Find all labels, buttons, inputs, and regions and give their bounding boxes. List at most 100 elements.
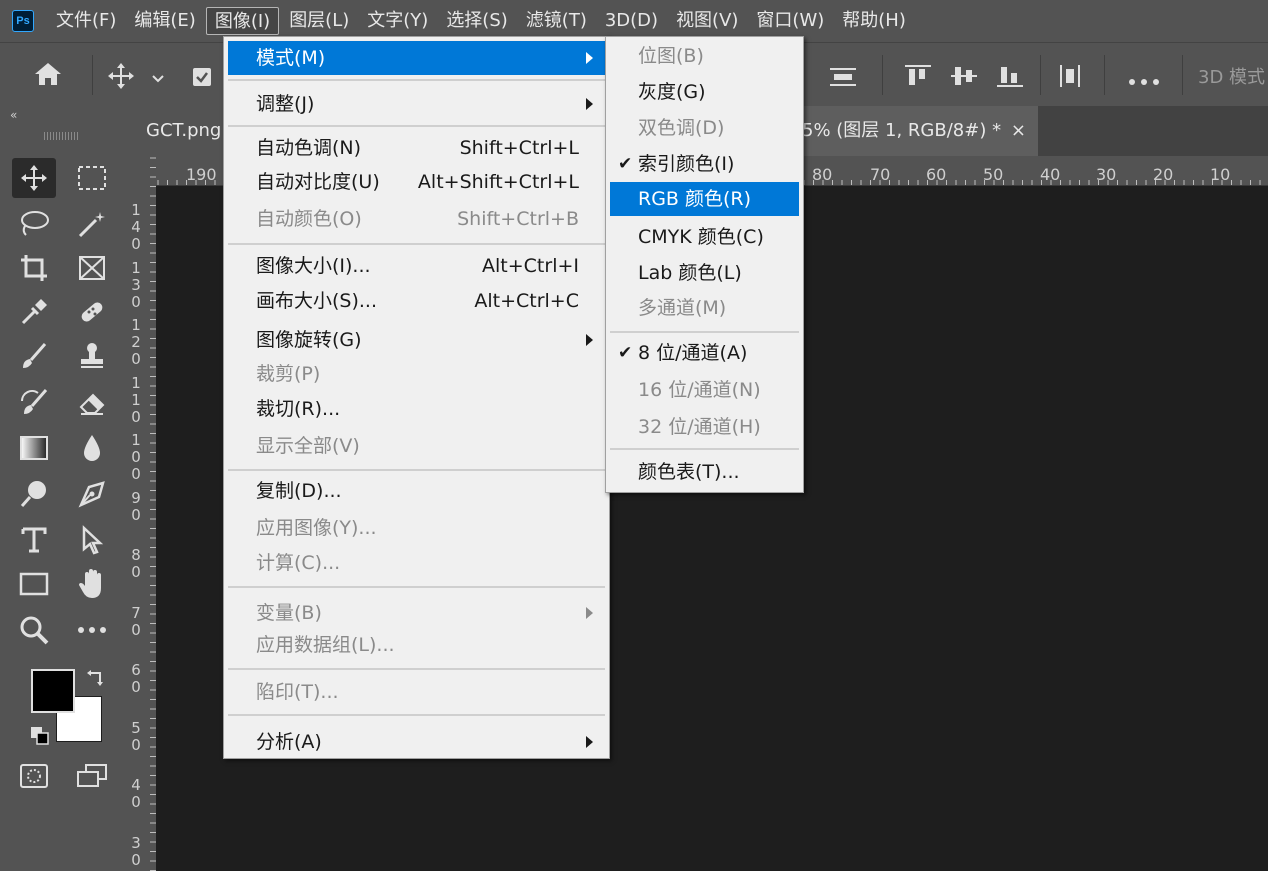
ruler-label: 0 [131, 735, 141, 754]
menu-item-auto-tone[interactable]: 自动色调(N) Shift+Ctrl+L [228, 131, 605, 165]
menu-item-color-table[interactable]: 颜色表(T)... [610, 455, 799, 489]
menu-separator [228, 668, 605, 670]
menu-item-auto-contrast[interactable]: 自动对比度(U) Alt+Shift+Ctrl+L [228, 165, 605, 199]
foreground-color-swatch[interactable] [31, 669, 75, 713]
menu-item-mode[interactable]: 模式(M) [228, 41, 605, 75]
swap-colors-icon[interactable] [86, 669, 106, 694]
menu-filter[interactable]: 滤镜(T) [518, 7, 595, 35]
menu-item-lab-color[interactable]: Lab 颜色(L) [610, 256, 799, 290]
menu-item-apply-image: 应用图像(Y)... [256, 517, 377, 539]
menu-help[interactable]: 帮助(H) [834, 7, 914, 35]
quick-mask-icon[interactable] [12, 756, 56, 796]
menu-item-rgb-color[interactable]: RGB 颜色(R) [610, 182, 799, 216]
menu-item-adjustments[interactable]: 调整(J) [228, 87, 605, 121]
tools-panel [0, 156, 126, 871]
default-colors-icon[interactable] [30, 726, 50, 751]
image-menu-dropdown: 模式(M) 调整(J) 自动色调(N) Shift+Ctrl+L 自动对比度(U)… [223, 36, 610, 759]
path-selection-icon[interactable] [70, 520, 114, 560]
align-top-icon[interactable] [904, 63, 932, 94]
menu-item-bitmap: 位图(B) [638, 45, 704, 67]
move-tool-icon[interactable] [106, 61, 136, 96]
menu-item-trim[interactable]: 裁切(R)... [228, 392, 605, 426]
menu-item-image-rotation[interactable]: 图像旋转(G) [228, 323, 605, 357]
dodge-tool-icon[interactable] [12, 474, 56, 514]
ruler-label: 0 [131, 235, 141, 253]
checkmark-icon: ✔ [618, 343, 633, 363]
menu-item-grayscale[interactable]: 灰度(G) [610, 75, 799, 109]
healing-brush-icon[interactable] [70, 292, 114, 332]
ruler-label: 3 [131, 833, 141, 852]
document-tab-active[interactable]: 5% (图层 1, RGB/8#) * × [802, 106, 1038, 156]
ruler-label: 0 [131, 563, 141, 581]
menu-item-cmyk-color[interactable]: CMYK 颜色(C) [610, 220, 799, 254]
menu-edit[interactable]: 编辑(E) [126, 7, 203, 35]
menu-separator [228, 714, 605, 716]
ruler-label: 1 [131, 373, 141, 392]
blur-tool-icon[interactable] [70, 428, 114, 468]
menu-item-duplicate[interactable]: 复制(D)... [228, 474, 605, 508]
ruler-label: 5 [131, 718, 141, 737]
menu-image[interactable]: 图像(I) [205, 7, 280, 35]
menu-file[interactable]: 文件(F) [48, 7, 124, 35]
more-tools-icon[interactable] [70, 610, 114, 650]
distribute-icon[interactable] [1056, 63, 1084, 94]
pen-tool-icon[interactable] [70, 474, 114, 514]
menu-item-multichannel: 多通道(M) [638, 297, 727, 319]
type-tool-icon[interactable] [12, 520, 56, 560]
home-icon[interactable] [33, 61, 63, 92]
menu-item-image-size[interactable]: 图像大小(I)... Alt+Ctrl+I [228, 249, 605, 283]
ruler-label: 0 [131, 620, 141, 639]
zoom-tool-icon[interactable] [12, 610, 56, 650]
align-horizontal-center-icon[interactable] [828, 65, 858, 94]
menu-item-analysis[interactable]: 分析(A) [228, 725, 605, 759]
screen-mode-icon[interactable] [70, 756, 114, 796]
menu-select[interactable]: 选择(S) [438, 7, 515, 35]
ruler-label: 7 [131, 603, 141, 622]
ruler-label: 4 [131, 218, 141, 236]
eraser-icon[interactable] [70, 382, 114, 422]
collapse-panel-icon[interactable]: « [10, 108, 17, 122]
rectangle-tool-icon[interactable] [12, 564, 56, 604]
frame-tool-icon[interactable] [70, 248, 114, 288]
menu-type[interactable]: 文字(Y) [359, 7, 436, 35]
ruler-label: 0 [131, 350, 141, 368]
menu-3d[interactable]: 3D(D) [597, 7, 666, 35]
history-brush-icon[interactable] [12, 382, 56, 422]
menu-layer[interactable]: 图层(L) [281, 7, 357, 35]
crop-tool-icon[interactable] [12, 248, 56, 288]
vertical-ruler: 14013012011010090807060504030 [126, 156, 156, 871]
magic-wand-icon[interactable] [70, 204, 114, 244]
more-options-icon[interactable] [1128, 71, 1160, 91]
ruler-label: 0 [131, 850, 141, 869]
eyedropper-icon[interactable] [12, 292, 56, 332]
menu-item-8-bit[interactable]: ✔ 8 位/通道(A) [610, 336, 799, 370]
ruler-label: 0 [131, 793, 141, 811]
menu-item-indexed-color[interactable]: ✔ 索引颜色(I) [610, 147, 799, 181]
align-bottom-icon[interactable] [996, 63, 1024, 94]
submenu-arrow-icon [586, 334, 593, 346]
ruler-label: 0 [131, 465, 141, 483]
ruler-label: 1 [131, 201, 141, 219]
ruler-label: 8 [131, 546, 141, 564]
menu-item-canvas-size[interactable]: 画布大小(S)... Alt+Ctrl+C [228, 284, 605, 318]
grip-handle[interactable] [44, 132, 80, 140]
menu-view[interactable]: 视图(V) [668, 7, 746, 35]
brush-tool-icon[interactable] [12, 336, 56, 376]
submenu-arrow-icon [586, 52, 593, 64]
lasso-tool-icon[interactable] [12, 204, 56, 244]
gradient-tool-icon[interactable] [12, 428, 56, 468]
hand-tool-icon[interactable] [70, 564, 114, 604]
document-tab[interactable]: GCT.png [126, 106, 226, 156]
auto-select-checkbox[interactable] [192, 67, 212, 92]
menu-window[interactable]: 窗口(W) [748, 7, 832, 35]
chevron-down-icon[interactable] [152, 69, 164, 89]
clone-stamp-icon[interactable] [70, 336, 114, 376]
ruler-label: 0 [131, 407, 141, 426]
ruler-label: 0 [131, 292, 141, 311]
move-tool-icon[interactable] [12, 158, 56, 198]
align-vertical-center-icon[interactable] [950, 63, 978, 94]
close-tab-icon[interactable]: × [1011, 106, 1026, 156]
marquee-tool-icon[interactable] [70, 158, 114, 198]
menu-item-auto-color: 自动颜色(O) Shift+Ctrl+B [256, 208, 579, 230]
ruler-label: 1 [131, 431, 141, 449]
